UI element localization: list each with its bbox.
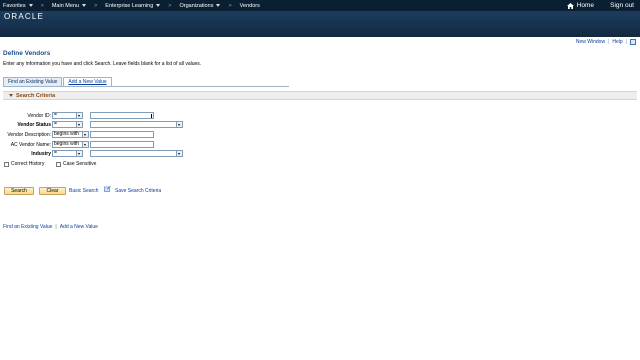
ac-vendor-name-label-cell: AC Vendor Name: xyxy=(0,141,51,149)
chevron-down-icon xyxy=(176,151,182,156)
bottom-separator: | xyxy=(55,224,57,230)
case-sensitive-checkbox[interactable]: Case Sensitive xyxy=(56,161,96,167)
vendor-description-input[interactable] xyxy=(90,131,154,138)
breadcrumb-separator: > xyxy=(94,2,98,9)
checkbox-box[interactable] xyxy=(56,161,61,167)
tab-bar: Find an Existing Value Add a New Value xyxy=(3,77,113,86)
menu-enterprise-learning[interactable]: Enterprise Learning xyxy=(105,2,161,9)
vendor-status-operator-value: = xyxy=(54,121,57,127)
breadcrumb: Favorites > Main Menu > Enterprise Learn… xyxy=(3,1,260,10)
correct-history-label: Correct History xyxy=(11,161,45,167)
signout-label: Sign out xyxy=(610,2,634,9)
breadcrumb-separator: > xyxy=(168,2,172,9)
tab-find-existing-value[interactable]: Find an Existing Value xyxy=(3,77,63,86)
vendor-description-label-cell: Vendor Description: xyxy=(0,131,51,139)
ac-vendor-name-operator-value: begins with xyxy=(54,141,80,147)
save-search-icon[interactable] xyxy=(104,186,111,192)
signout-link[interactable]: Sign out xyxy=(610,1,634,10)
utility-links: New Window | Help | xyxy=(576,39,636,45)
vendor-id-input[interactable] xyxy=(90,112,154,119)
bottom-add-new-link[interactable]: Add a New Value xyxy=(60,224,98,230)
vendor-status-value-select[interactable] xyxy=(90,121,183,128)
industry-label-cell: Industry xyxy=(0,150,51,158)
menu-main-menu-label: Main Menu xyxy=(51,2,80,9)
chevron-down-icon xyxy=(82,142,88,147)
vendor-status-operator-select[interactable]: = xyxy=(52,121,83,128)
menu-main-menu[interactable]: Main Menu xyxy=(51,2,87,9)
vendor-id-label-cell: Vendor ID: xyxy=(0,112,51,120)
home-link[interactable]: Home xyxy=(566,1,594,10)
vendor-id-label: Vendor ID: xyxy=(27,113,51,119)
chevron-down-icon xyxy=(216,4,221,7)
industry-operator-value: = xyxy=(54,150,57,156)
menu-favorites[interactable]: Favorites xyxy=(3,3,33,9)
page-info-icon[interactable] xyxy=(630,39,636,45)
menu-enterprise-learning-label: Enterprise Learning xyxy=(105,2,154,9)
tab-add-new-value[interactable]: Add a New Value xyxy=(63,77,112,86)
basic-search-link[interactable]: Basic Search xyxy=(69,188,98,194)
save-search-criteria-link[interactable]: Save Search Criteria xyxy=(115,188,161,194)
menu-organizations-label: Organizations xyxy=(179,2,214,9)
vendor-id-operator-select[interactable]: = xyxy=(52,112,83,119)
tab-underline xyxy=(3,86,289,87)
correct-history-checkbox[interactable]: Correct History xyxy=(4,161,44,167)
industry-operator-select[interactable]: = xyxy=(52,150,83,157)
home-label: Home xyxy=(576,2,594,9)
vendor-status-label-cell: Vendor Status xyxy=(0,121,51,129)
util-separator: | xyxy=(625,39,627,45)
vendor-description-label: Vendor Description: xyxy=(7,132,51,138)
chevron-down-icon xyxy=(82,4,87,7)
bottom-find-existing-link[interactable]: Find an Existing Value xyxy=(3,224,52,230)
chevron-down-icon xyxy=(176,122,182,127)
search-button[interactable]: Search xyxy=(4,187,34,195)
brand-header: ORACLE xyxy=(0,11,640,37)
industry-label: Industry xyxy=(31,151,51,157)
vendor-id-operator-value: = xyxy=(54,112,57,118)
collapse-triangle-icon xyxy=(9,94,13,97)
chevron-down-icon xyxy=(28,4,33,7)
ac-vendor-name-label: AC Vendor Name: xyxy=(10,142,51,148)
oracle-logo: ORACLE xyxy=(4,12,45,21)
breadcrumb-separator: > xyxy=(40,2,44,9)
page-instructions: Enter any information you have and click… xyxy=(3,61,202,67)
industry-value-select[interactable] xyxy=(90,150,183,157)
help-link[interactable]: Help xyxy=(612,39,622,45)
ac-vendor-name-input[interactable] xyxy=(90,141,154,148)
case-sensitive-label: Case Sensitive xyxy=(63,161,97,167)
util-separator: | xyxy=(608,39,610,45)
breadcrumb-separator: > xyxy=(228,2,232,9)
clear-button[interactable]: Clear xyxy=(39,187,66,195)
search-criteria-header[interactable]: Search Criteria xyxy=(3,91,637,100)
menu-vendors-label: Vendors xyxy=(239,2,260,9)
chevron-down-icon xyxy=(156,4,161,7)
chevron-down-icon xyxy=(76,151,82,156)
bottom-links: Find an Existing Value | Add a New Value xyxy=(3,224,98,230)
page-title: Define Vendors xyxy=(3,50,51,57)
vendor-description-operator-select[interactable]: begins with xyxy=(52,131,89,138)
search-criteria-label: Search Criteria xyxy=(16,92,56,99)
text-cursor xyxy=(151,114,152,118)
top-nav-bar: Favorites > Main Menu > Enterprise Learn… xyxy=(0,0,640,11)
menu-vendors[interactable]: Vendors xyxy=(240,3,260,9)
ac-vendor-name-operator-select[interactable]: begins with xyxy=(52,141,89,148)
vendor-description-operator-value: begins with xyxy=(54,131,80,137)
menu-organizations[interactable]: Organizations xyxy=(180,3,221,9)
checkbox-box[interactable] xyxy=(4,161,9,167)
chevron-down-icon xyxy=(76,113,82,118)
menu-favorites-label: Favorites xyxy=(3,2,26,9)
vendor-status-label: Vendor Status xyxy=(17,122,51,128)
new-window-link[interactable]: New Window xyxy=(576,39,605,45)
chevron-down-icon xyxy=(76,122,82,127)
home-icon xyxy=(566,2,574,9)
chevron-down-icon xyxy=(82,132,88,137)
